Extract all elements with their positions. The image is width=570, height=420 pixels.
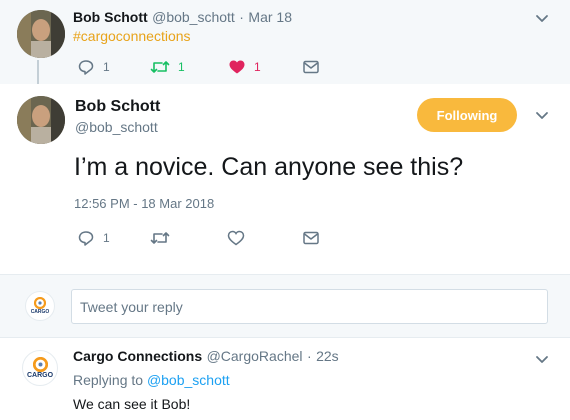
reply-count: 1 (103, 231, 110, 245)
heart-filled-icon (229, 60, 245, 74)
replying-to-label: Replying to (73, 372, 144, 388)
avatar[interactable] (17, 96, 65, 144)
tweet-header: Cargo Connections @CargoRachel · 22s (73, 348, 339, 366)
tweet-text: We can see it Bob! (73, 396, 191, 412)
author-handle[interactable]: @bob_schott (75, 119, 160, 135)
author-name[interactable]: Bob Schott (73, 9, 148, 25)
replying-to: Replying to @bob_schott (73, 372, 230, 388)
separator: · (306, 348, 312, 364)
tweet-body: #cargoconnections (73, 28, 191, 46)
retweet-icon (150, 61, 170, 73)
chevron-down-icon[interactable] (533, 350, 551, 368)
avatar-text: CARGO (30, 309, 50, 315)
reply-tweet[interactable]: CARGO Cargo Connections @CargoRachel · 2… (0, 338, 570, 420)
heart-icon (227, 230, 245, 246)
separator: · (239, 9, 244, 25)
author-handle[interactable]: @CargoRachel (207, 348, 303, 364)
cargo-logo-icon (32, 356, 48, 372)
user-photo-icon (17, 96, 65, 144)
tweet-text: I’m a novice. Can anyone see this? (74, 153, 464, 181)
reply-action[interactable]: 1 (77, 229, 110, 247)
avatar[interactable] (17, 10, 65, 58)
like-action[interactable]: 1 (228, 58, 261, 76)
user-photo-icon (17, 10, 65, 58)
avatar: CARGO (25, 291, 55, 321)
parent-tweet[interactable]: Bob Schott @bob_schott · Mar 18 #cargoco… (0, 0, 570, 94)
retweet-icon (150, 232, 170, 244)
avatar-text: CARGO (26, 371, 54, 379)
chevron-down-icon[interactable] (533, 9, 551, 27)
reply-icon (78, 231, 94, 246)
hashtag-link[interactable]: #cargoconnections (73, 28, 191, 44)
tweet-date[interactable]: Mar 18 (248, 9, 292, 25)
author-name[interactable]: Bob Schott (75, 98, 160, 116)
author-block: Bob Schott @bob_schott (75, 98, 160, 135)
following-button[interactable]: Following (417, 98, 517, 132)
retweet-action[interactable]: 1 (150, 58, 185, 76)
reply-input[interactable] (71, 289, 548, 324)
tweet-time[interactable]: 22s (316, 348, 339, 364)
direct-message-action[interactable] (302, 58, 320, 76)
retweet-count: 1 (178, 60, 185, 74)
reply-count: 1 (103, 60, 110, 74)
tweet-timestamp[interactable]: 12:56 PM - 18 Mar 2018 (74, 196, 214, 211)
like-count: 1 (254, 60, 261, 74)
reply-composer: CARGO (0, 274, 570, 338)
retweet-action[interactable] (150, 229, 170, 247)
avatar[interactable]: CARGO (22, 350, 58, 386)
chevron-down-icon[interactable] (533, 106, 551, 124)
direct-message-action[interactable] (302, 229, 320, 247)
author-handle[interactable]: @bob_schott (152, 9, 235, 25)
cargo-logo-icon (34, 297, 46, 309)
reply-action[interactable]: 1 (77, 58, 110, 76)
author-name[interactable]: Cargo Connections (73, 348, 202, 364)
tweet-header: Bob Schott @bob_schott · Mar 18 (73, 9, 292, 27)
main-tweet: Bob Schott @bob_schott Following I’m a n… (0, 84, 570, 274)
envelope-icon (303, 231, 319, 245)
like-action[interactable] (227, 229, 245, 247)
replying-to-link[interactable]: @bob_schott (147, 372, 230, 388)
reply-icon (78, 60, 94, 75)
envelope-icon (303, 60, 319, 74)
